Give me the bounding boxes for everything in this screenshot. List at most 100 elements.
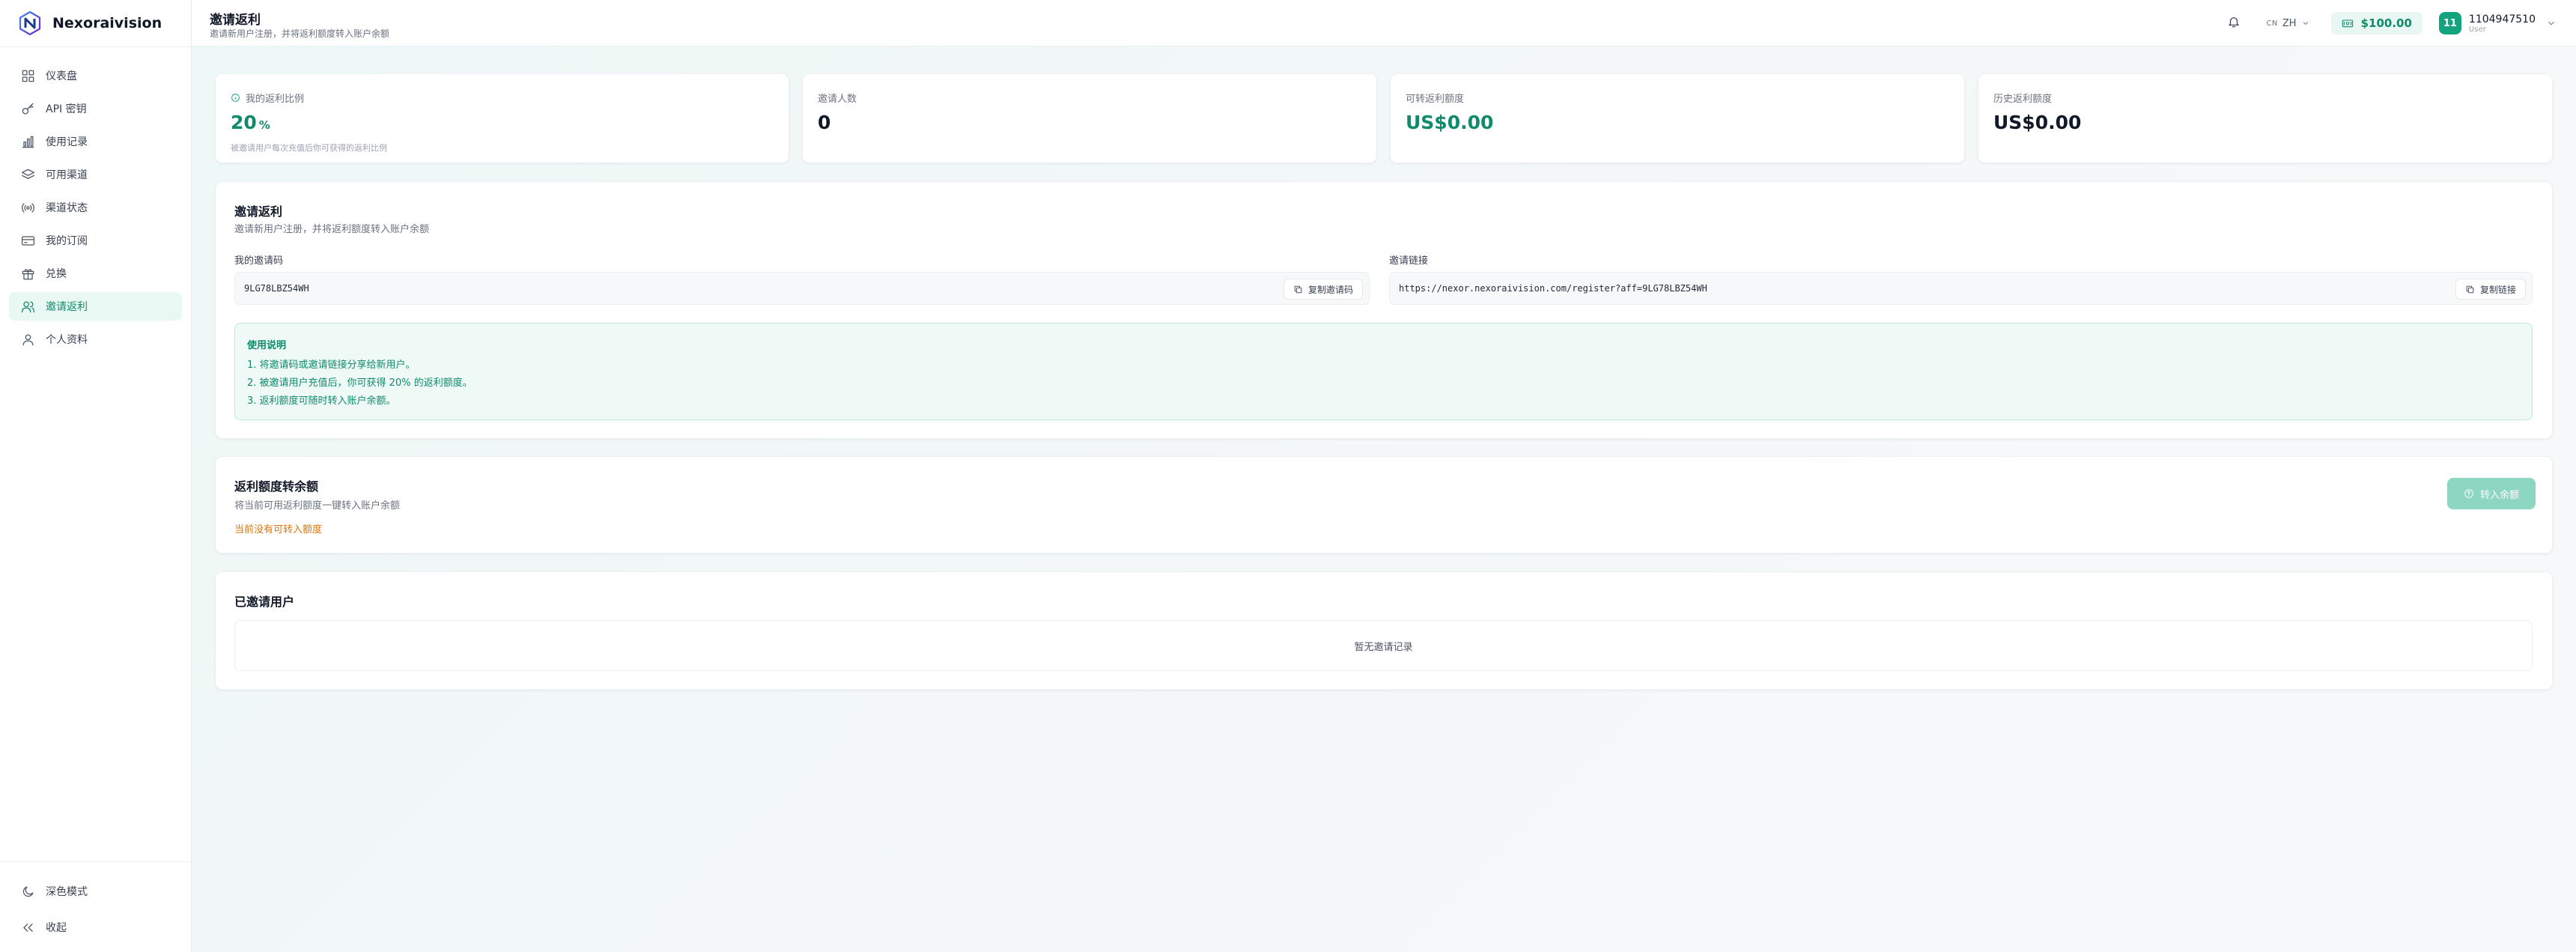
brand[interactable]: Nexoraivision xyxy=(18,10,162,37)
page-subtitle: 邀请新用户注册，并将返利额度转入账户余额 xyxy=(210,28,390,39)
moon-icon xyxy=(22,886,34,897)
main-content: 我的返利比例 20% 被邀请用户每次充值后你可获得的返利比例 邀请人数 0 可转… xyxy=(192,46,2576,952)
sidebar-item-label: 渠道状态 xyxy=(46,202,88,214)
bell-icon xyxy=(2229,17,2240,28)
copy-link-button[interactable]: 复制链接 xyxy=(2455,279,2526,300)
stat-card-invite-count: 邀请人数 0 xyxy=(802,73,1377,163)
sidebar-nav: 仪表盘 API 密钥 使用记录 可用渠道 渠道状态 我的订阅 兑换 邀请返利 个… xyxy=(9,61,182,358)
transfer-card: 返利额度转余额 将当前可用返利额度一键转入账户余额 当前没有可转入额度 转入余额 xyxy=(215,456,2553,554)
usage-notes: 使用说明 1. 将邀请码或邀请链接分享给新用户。 2. 被邀请用户充值后，你可获… xyxy=(234,323,2533,420)
sidebar-item-label: 个人资料 xyxy=(46,334,88,346)
sidebar-item-api-keys[interactable]: API 密钥 xyxy=(9,94,182,123)
stat-value: 0 xyxy=(818,112,831,133)
chevron-down-icon xyxy=(2303,22,2308,25)
collapse-label: 收起 xyxy=(46,922,67,934)
sidebar-item-label: 兑换 xyxy=(46,268,67,280)
stat-card-rebate-rate: 我的返利比例 20% 被邀请用户每次充值后你可获得的返利比例 xyxy=(215,73,789,163)
section-subtitle: 将当前可用返利额度一键转入账户余额 xyxy=(234,500,401,512)
usage-note-item: 2. 被邀请用户充值后，你可获得 20% 的返利额度。 xyxy=(247,378,473,389)
invite-code-label: 我的邀请码 xyxy=(234,255,284,267)
sidebar: Nexoraivision 仪表盘 API 密钥 使用记录 可用渠道 渠道状态 … xyxy=(0,0,192,952)
coin-icon xyxy=(2464,489,2473,498)
invited-users-card: 已邀请用户 暂无邀请记录 xyxy=(215,571,2553,690)
copy-icon xyxy=(2466,285,2474,293)
stat-card-available-rebate: 可转返利额度 US$0.00 xyxy=(1390,73,1965,163)
info-icon xyxy=(231,94,240,102)
divider xyxy=(0,46,192,47)
page-title: 邀请返利 xyxy=(210,13,261,28)
chevron-down-icon xyxy=(2548,21,2554,25)
invite-link-label: 邀请链接 xyxy=(1389,255,1429,267)
balance-amount: $100.00 xyxy=(2360,16,2412,30)
sidebar-item-subscription[interactable]: 我的订阅 xyxy=(9,226,182,255)
bar-chart-icon xyxy=(22,136,34,148)
language-code: CN xyxy=(2266,19,2278,28)
gift-icon xyxy=(22,268,34,279)
key-icon xyxy=(22,103,34,114)
top-header: 邀请返利 邀请新用户注册，并将返利额度转入账户余额 CN ZH $100.00 … xyxy=(192,0,2576,46)
avatar: 11 xyxy=(2438,12,2461,34)
collapse-sidebar-button[interactable]: 收起 xyxy=(21,920,67,935)
language-label: ZH xyxy=(2282,17,2297,29)
sidebar-item-label: 我的订阅 xyxy=(46,235,88,247)
sidebar-item-label: 可用渠道 xyxy=(46,169,88,181)
stat-label: 邀请人数 xyxy=(818,94,857,105)
stat-value: US$0.00 xyxy=(1406,112,1494,133)
invite-link-field[interactable]: https://nexor.nexoraivision.com/register… xyxy=(1389,272,2533,305)
copy-icon xyxy=(1294,285,1302,293)
section-subtitle: 邀请新用户注册，并将返利额度转入账户余额 xyxy=(234,224,430,235)
stat-label: 可转返利额度 xyxy=(1406,94,1465,105)
transfer-button-label: 转入余额 xyxy=(2479,489,2519,501)
wallet-icon xyxy=(2342,19,2353,28)
user-icon xyxy=(22,334,34,345)
empty-state-text: 暂无邀请记录 xyxy=(1354,641,1413,653)
sidebar-item-channels[interactable]: 可用渠道 xyxy=(9,160,182,189)
user-menu[interactable]: 11 1104947510 User xyxy=(2438,12,2557,34)
sidebar-item-redeem[interactable]: 兑换 xyxy=(9,259,182,288)
copy-code-button[interactable]: 复制邀请码 xyxy=(1283,279,1363,300)
balance-badge[interactable]: $100.00 xyxy=(2330,12,2422,34)
sidebar-item-profile[interactable]: 个人资料 xyxy=(9,325,182,354)
sidebar-item-label: 使用记录 xyxy=(46,136,88,148)
usage-note-item: 1. 将邀请码或邀请链接分享给新用户。 xyxy=(247,360,416,371)
sidebar-item-channel-status[interactable]: 渠道状态 xyxy=(9,193,182,222)
chevrons-left-icon xyxy=(23,923,33,932)
user-role: User xyxy=(2468,25,2486,34)
stat-value-number: 20 xyxy=(231,112,257,133)
users-icon xyxy=(21,301,35,312)
language-selector[interactable]: CN ZH xyxy=(2266,18,2309,29)
invite-code-value: 9LG78LBZ54WH xyxy=(244,283,309,294)
dashboard-icon xyxy=(22,70,34,82)
stat-value: US$0.00 xyxy=(1993,112,2082,133)
stat-value-unit: % xyxy=(258,118,270,132)
sidebar-item-label: 仪表盘 xyxy=(46,70,77,82)
stat-card-history-rebate: 历史返利额度 US$0.00 xyxy=(1978,73,2553,163)
brand-name: Nexoraivision xyxy=(52,15,162,31)
transfer-warning: 当前没有可转入额度 xyxy=(234,524,323,536)
transfer-to-balance-button[interactable]: 转入余额 xyxy=(2446,478,2536,509)
divider xyxy=(0,861,192,862)
signal-icon xyxy=(22,202,34,213)
notification-button[interactable] xyxy=(2227,15,2241,31)
sidebar-item-dashboard[interactable]: 仪表盘 xyxy=(9,61,182,90)
dark-mode-toggle[interactable]: 深色模式 xyxy=(21,884,88,899)
copy-link-label: 复制链接 xyxy=(2479,284,2516,295)
empty-state: 暂无邀请记录 xyxy=(234,620,2533,671)
layers-icon xyxy=(21,169,35,179)
stat-label-text: 我的返利比例 xyxy=(246,94,305,105)
section-title: 返利额度转余额 xyxy=(234,479,319,494)
stat-label: 我的返利比例 xyxy=(231,91,304,105)
sidebar-item-referral[interactable]: 邀请返利 xyxy=(9,292,182,321)
brand-logo xyxy=(19,11,41,35)
section-title: 已邀请用户 xyxy=(234,595,295,609)
sidebar-item-label: 邀请返利 xyxy=(46,301,88,313)
usage-notes-title: 使用说明 xyxy=(247,340,287,351)
stat-label: 历史返利额度 xyxy=(1993,94,2053,105)
invite-card: 邀请返利 邀请新用户注册，并将返利额度转入账户余额 我的邀请码 9LG78LBZ… xyxy=(215,181,2553,439)
invite-code-field[interactable]: 9LG78LBZ54WH 复制邀请码 xyxy=(234,272,1370,305)
dark-mode-label: 深色模式 xyxy=(46,886,88,898)
sidebar-item-usage[interactable]: 使用记录 xyxy=(9,127,182,156)
user-name: 1104947510 xyxy=(2468,13,2536,25)
user-info: 1104947510 User xyxy=(2469,13,2536,34)
copy-code-label: 复制邀请码 xyxy=(1307,284,1353,295)
